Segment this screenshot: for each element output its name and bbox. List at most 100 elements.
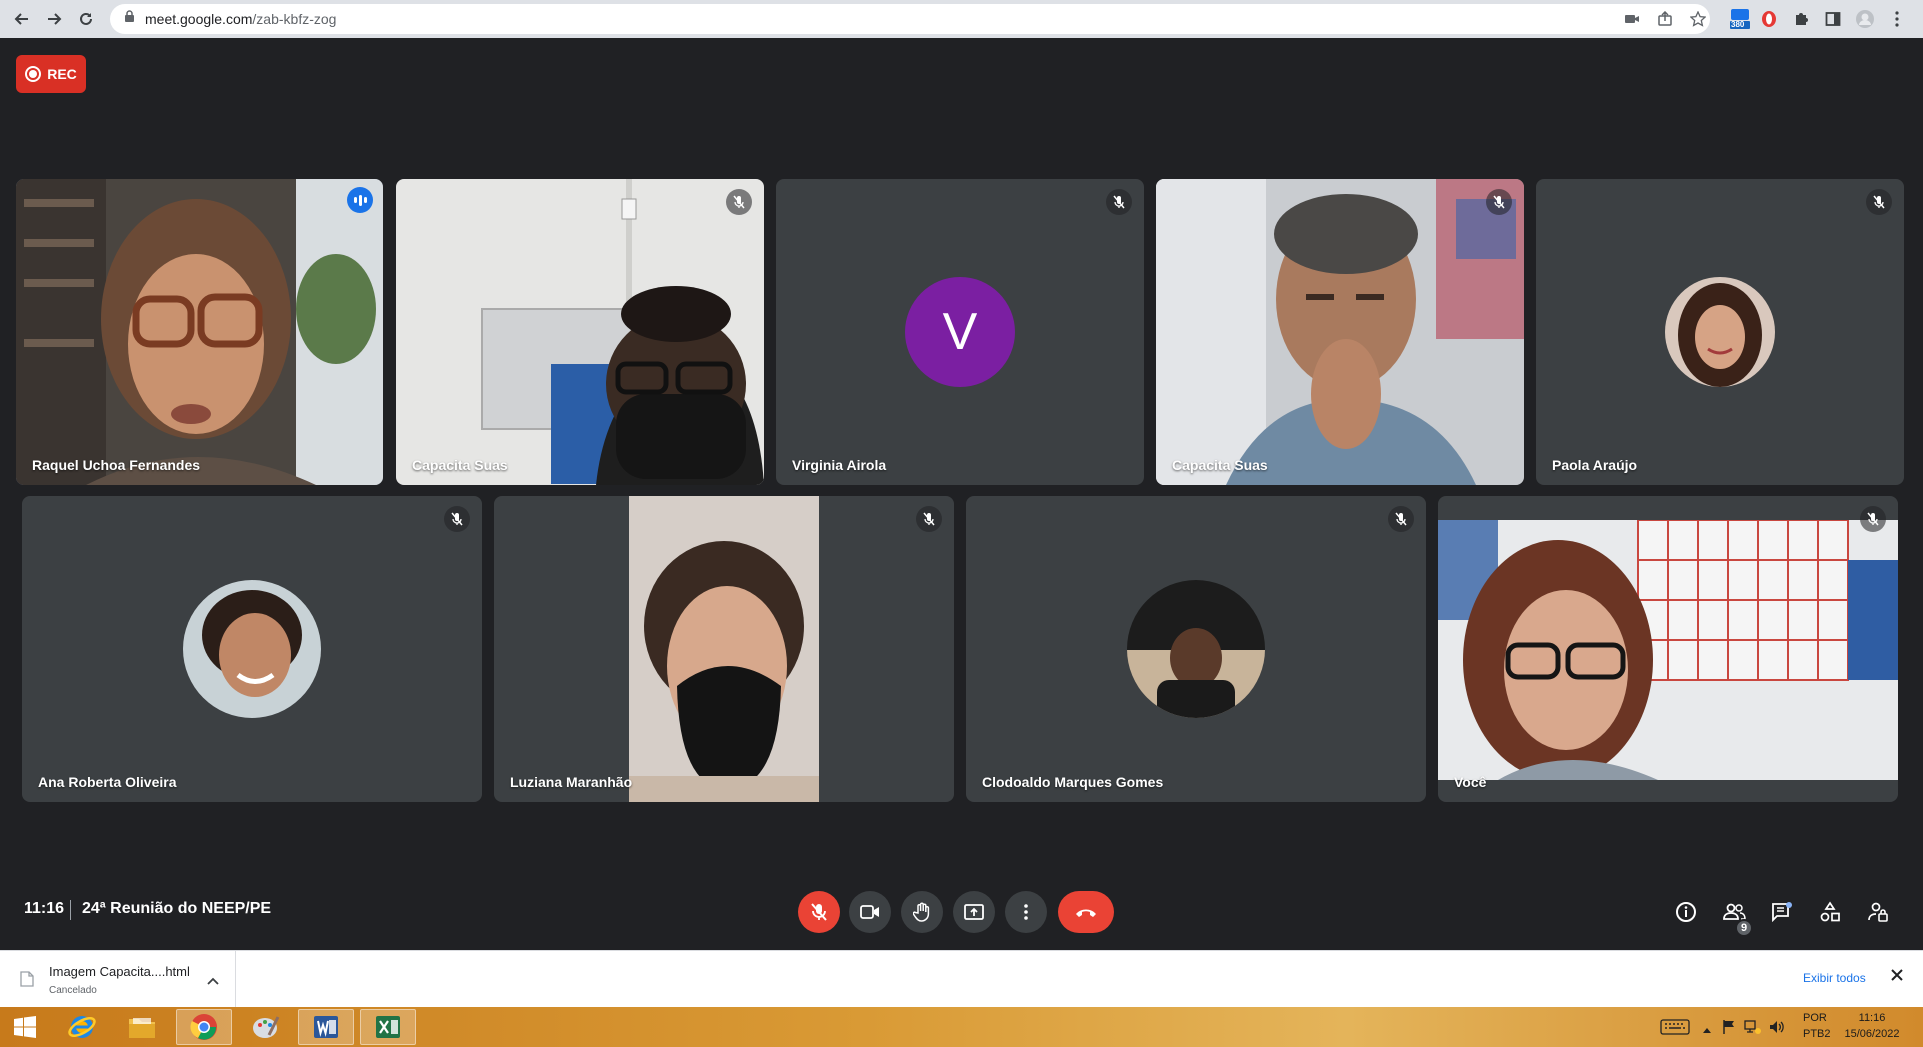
participant-tile[interactable]: Você bbox=[1438, 496, 1898, 802]
recording-indicator[interactable]: REC bbox=[16, 55, 86, 93]
participant-name: Clodoaldo Marques Gomes bbox=[982, 774, 1164, 790]
address-bar[interactable]: meet.google.com/zab-kbfz-zog bbox=[110, 4, 1710, 34]
participant-name: Luziana Maranhão bbox=[510, 774, 633, 790]
internet-explorer-icon[interactable] bbox=[54, 1009, 110, 1045]
show-all-downloads-link[interactable]: Exibir todos bbox=[1803, 971, 1866, 985]
participant-tile[interactable]: Capacita Suas bbox=[1156, 179, 1524, 485]
present-screen-button[interactable] bbox=[953, 891, 995, 933]
keyboard-icon[interactable] bbox=[1660, 1019, 1690, 1040]
participant-name: Raquel Uchoa Fernandes bbox=[32, 457, 201, 473]
lock-person-icon bbox=[1868, 902, 1888, 922]
participant-tile[interactable]: Raquel Uchoa Fernandes bbox=[16, 179, 383, 485]
keyboard-layout: PTB2 bbox=[1803, 1028, 1831, 1040]
video-camera-icon bbox=[860, 905, 879, 919]
participant-video bbox=[1156, 179, 1524, 485]
url-text: meet.google.com/zab-kbfz-zog bbox=[145, 11, 336, 27]
language-indicator[interactable]: POR PTB2 bbox=[1803, 1012, 1831, 1040]
participant-tile[interactable]: V Virginia Airola bbox=[776, 179, 1144, 485]
muted-mic-icon bbox=[726, 189, 752, 215]
raise-hand-button[interactable] bbox=[901, 891, 943, 933]
side-panel-icon[interactable] bbox=[1823, 9, 1843, 29]
mic-toggle-button[interactable] bbox=[798, 891, 840, 933]
puzzle-extensions-icon[interactable] bbox=[1791, 9, 1811, 29]
more-options-button[interactable] bbox=[1005, 891, 1047, 933]
muted-mic-icon bbox=[916, 506, 942, 532]
network-icon[interactable] bbox=[1744, 1019, 1762, 1040]
paint-icon[interactable] bbox=[238, 1009, 294, 1045]
participant-tile[interactable]: Capacita Suas bbox=[396, 179, 764, 485]
participant-tile[interactable]: Luziana Maranhão bbox=[494, 496, 954, 802]
avatar-letter: V bbox=[942, 303, 978, 361]
people-count-badge: 9 bbox=[1735, 919, 1753, 937]
forward-arrow-icon[interactable] bbox=[42, 7, 66, 31]
opera-icon[interactable] bbox=[1759, 9, 1779, 29]
url-path: /zab-kbfz-zog bbox=[252, 11, 337, 27]
windows-start-icon[interactable] bbox=[2, 1009, 48, 1045]
muted-mic-icon bbox=[1860, 506, 1886, 532]
camera-icon[interactable] bbox=[1622, 9, 1642, 29]
muted-mic-icon bbox=[444, 506, 470, 532]
language-code: POR bbox=[1803, 1012, 1827, 1024]
browser-toolbar: meet.google.com/zab-kbfz-zog 380 bbox=[0, 0, 1923, 38]
divider bbox=[70, 900, 71, 920]
participant-video bbox=[396, 179, 764, 485]
meet-window: REC Raquel Uchoa Fernandes Capacita Suas… bbox=[0, 38, 1923, 950]
participant-video bbox=[629, 496, 819, 802]
participant-name: Capacita Suas bbox=[1172, 457, 1268, 473]
chat-icon bbox=[1772, 902, 1792, 922]
muted-mic-icon bbox=[1866, 189, 1892, 215]
volume-icon[interactable] bbox=[1768, 1019, 1786, 1040]
info-icon bbox=[1676, 902, 1696, 922]
speaking-indicator-icon bbox=[347, 187, 373, 213]
activities-button[interactable] bbox=[1816, 898, 1844, 926]
participant-name: Você bbox=[1454, 774, 1487, 790]
muted-mic-icon bbox=[1486, 189, 1512, 215]
tray-expand-icon[interactable] bbox=[1702, 1021, 1712, 1039]
camera-toggle-button[interactable] bbox=[849, 891, 891, 933]
activities-shapes-icon bbox=[1820, 901, 1840, 922]
participant-name: Ana Roberta Oliveira bbox=[38, 774, 177, 790]
participant-video bbox=[16, 179, 383, 485]
participant-name: Paola Araújo bbox=[1552, 457, 1638, 473]
hand-icon bbox=[913, 902, 930, 922]
back-arrow-icon[interactable] bbox=[10, 7, 34, 31]
more-vertical-icon bbox=[1024, 904, 1028, 920]
download-file-name: Imagem Capacita....html bbox=[49, 964, 190, 979]
meeting-details-button[interactable] bbox=[1672, 898, 1700, 926]
url-host: meet.google.com bbox=[145, 11, 253, 27]
participant-video bbox=[1438, 520, 1898, 780]
hang-up-icon bbox=[1076, 909, 1096, 917]
close-icon[interactable] bbox=[1890, 968, 1904, 987]
participant-name: Capacita Suas bbox=[412, 457, 508, 473]
participant-avatar bbox=[1665, 277, 1775, 387]
word-icon[interactable] bbox=[298, 1009, 354, 1045]
mic-off-icon bbox=[811, 903, 827, 921]
participant-tile[interactable]: Clodoaldo Marques Gomes bbox=[966, 496, 1426, 802]
participant-avatar: V bbox=[905, 277, 1015, 387]
share-icon[interactable] bbox=[1655, 9, 1675, 29]
reload-icon[interactable] bbox=[74, 7, 98, 31]
download-item[interactable]: Imagem Capacita....html Cancelado bbox=[0, 951, 236, 1007]
system-date: 15/06/2022 bbox=[1844, 1028, 1900, 1040]
chat-button[interactable] bbox=[1768, 898, 1796, 926]
host-controls-button[interactable] bbox=[1864, 898, 1892, 926]
chevron-up-icon[interactable] bbox=[207, 972, 219, 990]
profile-avatar-icon[interactable] bbox=[1855, 9, 1875, 29]
extension-badge: 380 bbox=[1731, 20, 1745, 29]
excel-icon[interactable] bbox=[360, 1009, 416, 1045]
file-explorer-icon[interactable] bbox=[114, 1009, 170, 1045]
record-icon bbox=[25, 66, 42, 82]
bookmark-star-icon[interactable] bbox=[1688, 9, 1708, 29]
chrome-icon[interactable] bbox=[176, 1009, 232, 1045]
leave-call-button[interactable] bbox=[1058, 891, 1114, 933]
system-clock[interactable]: 11:16 15/06/2022 bbox=[1842, 1012, 1902, 1040]
flag-icon[interactable] bbox=[1722, 1019, 1736, 1040]
participant-tile[interactable]: Ana Roberta Oliveira bbox=[22, 496, 482, 802]
participant-avatar bbox=[1127, 580, 1265, 718]
extension-counter-icon[interactable]: 380 bbox=[1728, 9, 1752, 29]
browser-menu-icon[interactable] bbox=[1887, 9, 1907, 29]
lock-icon bbox=[124, 10, 135, 28]
taskbar: POR PTB2 11:16 15/06/2022 bbox=[0, 1007, 1923, 1047]
participant-tile[interactable]: Paola Araújo bbox=[1536, 179, 1904, 485]
file-icon bbox=[20, 971, 34, 992]
